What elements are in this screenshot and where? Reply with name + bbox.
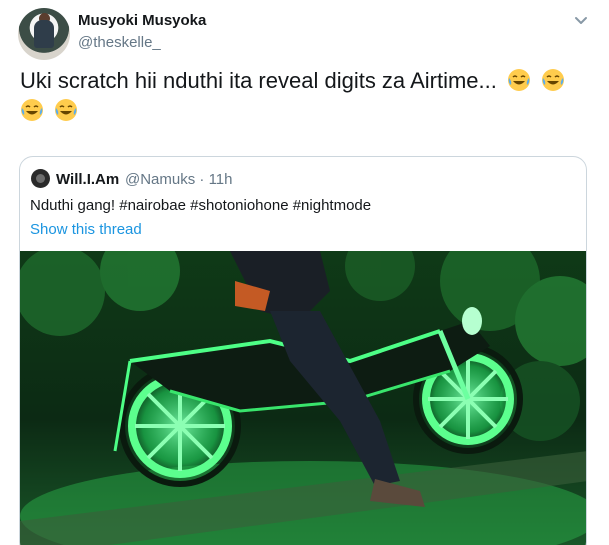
face-with-tears-of-joy-icon bbox=[55, 99, 78, 121]
user-handle[interactable]: @theskelle_ bbox=[78, 34, 161, 51]
tweet-text-body: Uki scratch hii nduthi ita reveal digits… bbox=[20, 68, 497, 93]
user-avatar[interactable] bbox=[18, 8, 70, 60]
show-thread-link[interactable]: Show this thread bbox=[30, 221, 142, 238]
tweet-text: Uki scratch hii nduthi ita reveal digits… bbox=[20, 66, 592, 126]
tweet-card[interactable]: Musyoki Musyoka @theskelle_ Uki scratch … bbox=[0, 0, 609, 545]
quoted-tweet[interactable]: Will.I.Am @Namuks · 11h Nduthi gang! #na… bbox=[19, 156, 587, 545]
quoted-tweet-text: Nduthi gang! #nairobae #shotoniohone #ni… bbox=[30, 197, 372, 214]
face-with-tears-of-joy-icon bbox=[507, 69, 530, 91]
avatar-figure-shape bbox=[34, 20, 54, 48]
chevron-down-icon[interactable] bbox=[571, 10, 591, 30]
face-with-tears-of-joy-icon bbox=[542, 69, 565, 91]
quoted-user-avatar[interactable] bbox=[31, 169, 50, 188]
quoted-display-name[interactable]: Will.I.Am bbox=[56, 171, 119, 188]
motorcycle-photo[interactable] bbox=[20, 251, 587, 545]
display-name[interactable]: Musyoki Musyoka bbox=[78, 12, 206, 29]
quoted-handle-time[interactable]: @Namuks · 11h bbox=[125, 171, 232, 188]
face-with-tears-of-joy-icon bbox=[21, 99, 43, 121]
